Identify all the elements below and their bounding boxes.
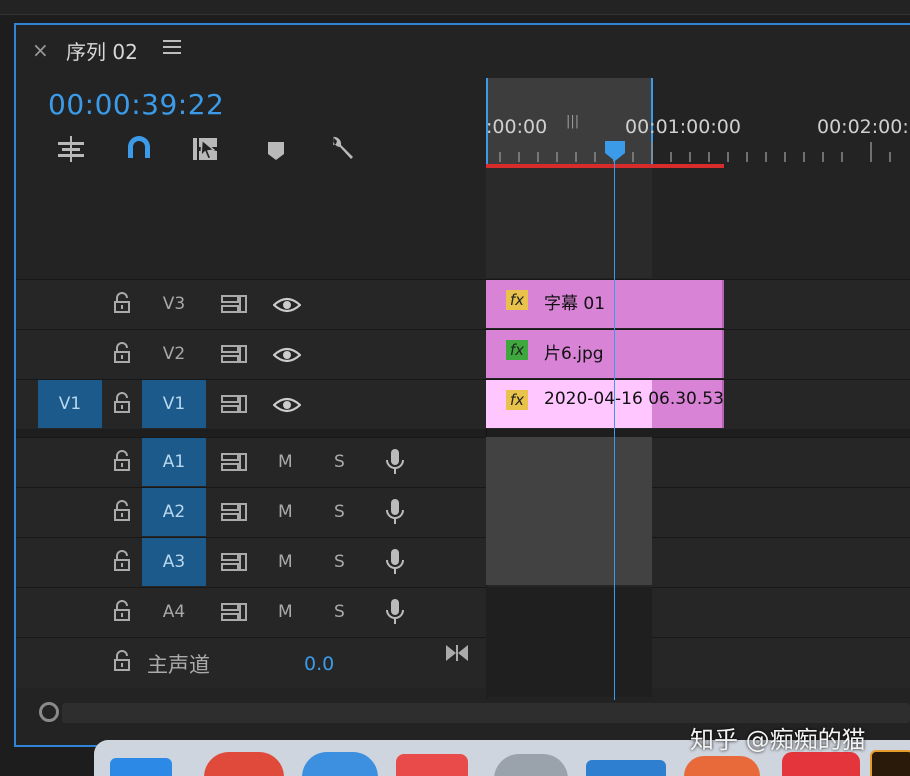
fx-badge[interactable]: fx <box>506 290 528 310</box>
sync-lock-icon[interactable] <box>221 294 247 314</box>
track-target-a4[interactable]: A4 <box>142 588 206 636</box>
timeline-empty-area <box>486 168 652 278</box>
track-target-v1[interactable]: V1 <box>142 380 206 428</box>
clip-name: 片6.jpg <box>544 344 604 364</box>
watermark: 知乎 @痴痴的猫 <box>690 726 866 754</box>
mic-icon[interactable] <box>385 448 405 476</box>
panel-menu-icon[interactable] <box>163 40 181 54</box>
add-marker-icon[interactable] <box>262 134 292 164</box>
app-icon[interactable] <box>684 756 760 776</box>
mic-icon[interactable] <box>385 498 405 526</box>
master-pan-icon[interactable] <box>445 643 469 663</box>
lock-icon[interactable] <box>112 600 132 622</box>
mute-button-a4[interactable]: M <box>278 602 293 622</box>
sync-lock-icon[interactable] <box>221 552 247 572</box>
mic-icon[interactable] <box>385 598 405 626</box>
calendar-app-icon[interactable] <box>396 754 468 776</box>
clip-name: 2020-04-16 06.30.53 <box>544 389 724 409</box>
fx-badge[interactable]: fx <box>506 340 528 360</box>
fx-badge[interactable]: fx <box>506 390 528 410</box>
app-icon[interactable] <box>782 752 860 776</box>
ruler-label: 00:02:00:0 <box>817 116 910 138</box>
sync-lock-icon[interactable] <box>221 502 247 522</box>
ruler-label: :00:00 <box>486 116 548 138</box>
eye-icon[interactable] <box>273 296 301 314</box>
eye-icon[interactable] <box>273 396 301 414</box>
lock-icon[interactable] <box>112 392 132 414</box>
track-target-v2[interactable]: V2 <box>142 330 206 378</box>
sync-lock-icon[interactable] <box>221 344 247 364</box>
audio-empty-area <box>486 587 652 697</box>
clip-v3[interactable]: fx 字幕 01 <box>486 280 724 328</box>
linked-selection-icon[interactable] <box>190 134 220 164</box>
app-icon[interactable] <box>586 760 666 776</box>
solo-button-a3[interactable]: S <box>334 552 345 572</box>
close-icon[interactable]: × <box>32 38 49 62</box>
clip-name: 字幕 01 <box>544 294 606 314</box>
clip-v1[interactable]: fx 2020-04-16 06.30.53 <box>486 380 724 428</box>
playhead-handle[interactable] <box>604 140 626 162</box>
track-target-a1[interactable]: A1 <box>142 438 206 486</box>
playhead-line[interactable] <box>614 160 615 700</box>
top-strip <box>0 0 910 15</box>
lock-icon[interactable] <box>112 342 132 364</box>
playhead-timecode[interactable]: 00:00:39:22 <box>48 88 224 121</box>
master-volume-value[interactable]: 0.0 <box>304 653 334 675</box>
lock-icon[interactable] <box>112 292 132 314</box>
premiere-app-icon[interactable] <box>870 750 910 776</box>
eye-icon[interactable] <box>273 346 301 364</box>
track-target-a3[interactable]: A3 <box>142 538 206 586</box>
lock-icon[interactable] <box>112 550 132 572</box>
insert-nest-icon[interactable] <box>56 134 86 164</box>
wrench-settings-icon[interactable] <box>326 134 356 164</box>
sequence-tab-title[interactable]: 序列 02 <box>66 36 138 65</box>
chrome-app-icon[interactable] <box>204 752 284 776</box>
mic-icon[interactable] <box>385 548 405 576</box>
mute-button-a1[interactable]: M <box>278 452 293 472</box>
lock-icon[interactable] <box>112 500 132 522</box>
sync-lock-icon[interactable] <box>221 602 247 622</box>
audio-work-area <box>486 437 652 585</box>
lock-icon[interactable] <box>112 650 132 672</box>
sync-lock-icon[interactable] <box>221 452 247 472</box>
solo-button-a2[interactable]: S <box>334 502 345 522</box>
sync-lock-icon[interactable] <box>221 394 247 414</box>
mute-button-a2[interactable]: M <box>278 502 293 522</box>
lock-icon[interactable] <box>112 450 132 472</box>
ruler-ticks <box>499 142 891 162</box>
mute-button-a3[interactable]: M <box>278 552 293 572</box>
finder-app-icon[interactable] <box>110 758 172 776</box>
zoom-handle[interactable] <box>39 702 59 722</box>
solo-button-a1[interactable]: S <box>334 452 345 472</box>
av-divider[interactable] <box>16 429 910 437</box>
snap-magnet-icon[interactable] <box>124 134 154 164</box>
track-target-v3[interactable]: V3 <box>142 280 206 328</box>
ruler-label: 00:01:00:00 <box>625 116 741 138</box>
solo-button-a4[interactable]: S <box>334 602 345 622</box>
master-track-label: 主声道 <box>147 653 210 677</box>
clip-v2[interactable]: fx 片6.jpg <box>486 330 724 378</box>
safari-app-icon[interactable] <box>302 752 378 776</box>
source-patch-v1[interactable]: V1 <box>38 380 102 428</box>
track-target-a2[interactable]: A2 <box>142 488 206 536</box>
work-area-grip-icon[interactable]: ||| <box>566 114 579 129</box>
launchpad-app-icon[interactable] <box>494 754 568 776</box>
